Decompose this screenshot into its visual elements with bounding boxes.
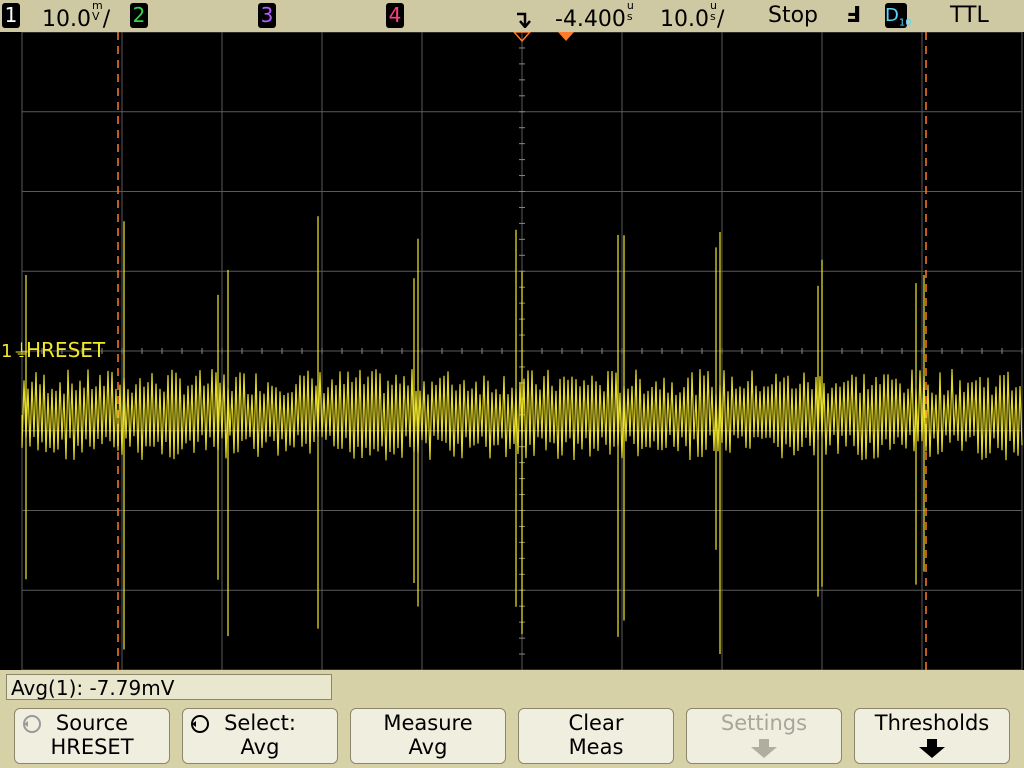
measurement-readout: Avg(1): -7.79mV xyxy=(6,674,332,700)
trigger-slope-icon: Ⅎ xyxy=(846,3,862,28)
source-softkey-value: HRESET xyxy=(50,735,134,759)
delay-unit: us xyxy=(626,0,634,23)
channel-1-indicator[interactable]: 1 xyxy=(2,3,20,28)
channel-2-number: 2 xyxy=(132,3,146,27)
channel-1-scale: 10.0 m V / xyxy=(42,0,110,32)
measure-softkey-value: Avg xyxy=(408,735,448,759)
softkey-panel: Avg(1): -7.79mV Source HRESET Select: Av… xyxy=(0,670,1024,768)
entry-knob-icon xyxy=(191,715,209,733)
clear-softkey-label: Clear xyxy=(568,711,624,735)
scope-graticule xyxy=(21,32,1023,670)
channel-2-indicator[interactable]: 2 xyxy=(130,3,148,28)
channel-1-scale-unit: mV xyxy=(91,0,103,23)
thresholds-softkey-label: Thresholds xyxy=(874,711,990,735)
digital-channel-number: 10 xyxy=(898,17,912,29)
digital-letter: D xyxy=(885,5,899,26)
select-softkey[interactable]: Select: Avg xyxy=(182,708,338,764)
channel-3-number: 3 xyxy=(260,3,274,27)
channel-4-number: 4 xyxy=(388,3,402,27)
channel-1-label: HRESET xyxy=(26,338,106,362)
per-division-slash: / xyxy=(716,7,725,32)
waveform-display[interactable]: 1⏚ HRESET xyxy=(0,32,1024,670)
logic-threshold: TTL xyxy=(950,3,989,28)
measure-softkey-label: Measure xyxy=(383,711,473,735)
entry-knob-icon xyxy=(23,715,41,733)
measure-softkey[interactable]: Measure Avg xyxy=(350,708,506,764)
per-division-slash: / xyxy=(102,7,111,32)
status-bar: 1 10.0 m V/ 2 3 4 -4.400 u s 10.0 u s / Stop Ⅎ … xyxy=(0,0,1024,32)
arrow-down-icon xyxy=(751,739,777,758)
channel-1-number: 1 xyxy=(4,3,18,27)
settings-softkey-label: Settings xyxy=(720,711,808,735)
channel-3-indicator[interactable]: 3 xyxy=(258,3,276,28)
delay-readout: -4.400 u s xyxy=(555,0,634,32)
timebase-unit: us xyxy=(709,0,717,23)
thresholds-softkey[interactable]: Thresholds xyxy=(854,708,1010,764)
clear-softkey-value: Meas xyxy=(568,735,624,759)
source-softkey[interactable]: Source HRESET xyxy=(14,708,170,764)
settings-softkey[interactable]: Settings xyxy=(686,708,842,764)
channel-1-scale-value: 10.0 xyxy=(42,7,91,32)
clear-meas-softkey[interactable]: Clear Meas xyxy=(518,708,674,764)
digital-channel-indicator[interactable]: D10 xyxy=(885,3,912,29)
channel-4-indicator[interactable]: 4 xyxy=(386,3,404,28)
trigger-position-icon xyxy=(514,6,534,29)
arrow-down-icon xyxy=(919,739,945,758)
timebase-readout: 10.0 u s / xyxy=(660,0,724,32)
delay-reference-marker xyxy=(558,32,574,41)
timebase-value: 10.0 xyxy=(660,7,709,32)
select-softkey-value: Avg xyxy=(240,735,280,759)
run-state: Stop xyxy=(768,3,819,28)
delay-value: -4.400 xyxy=(555,7,626,32)
